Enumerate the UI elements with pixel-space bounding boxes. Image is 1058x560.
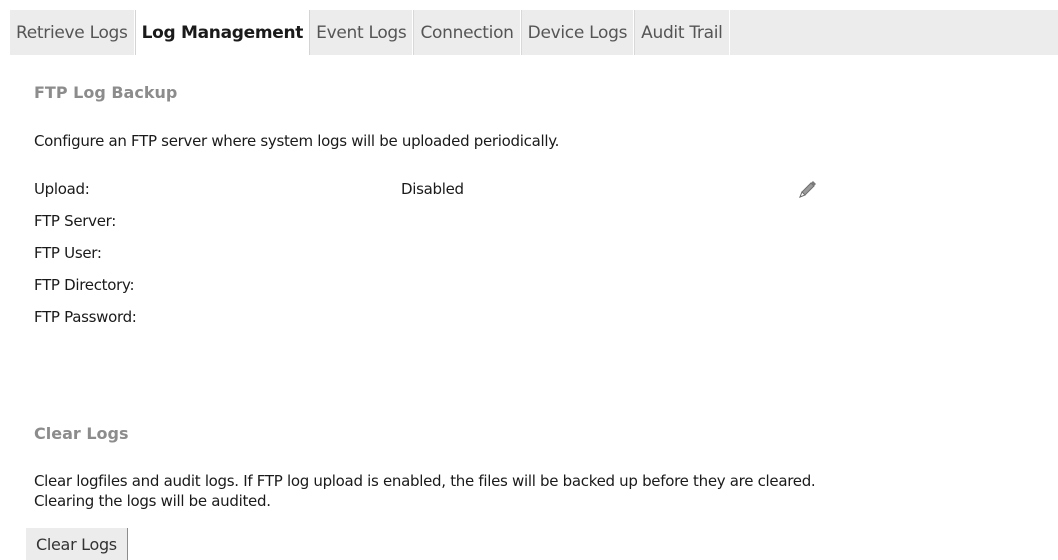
ftp-backup-description: Configure an FTP server where system log… — [34, 132, 560, 150]
pencil-icon[interactable] — [796, 179, 818, 201]
tab-bar: Retrieve Logs Log Management Event Logs … — [10, 10, 1058, 55]
ftp-password-label: FTP Password: — [34, 308, 137, 326]
tab-connection[interactable]: Connection — [413, 10, 521, 55]
clear-logs-button[interactable]: Clear Logs — [26, 528, 128, 560]
upload-value: Disabled — [401, 180, 464, 198]
ftp-log-backup-title: FTP Log Backup — [34, 83, 178, 102]
ftp-user-label: FTP User: — [34, 244, 102, 262]
clear-logs-description-line1: Clear logfiles and audit logs. If FTP lo… — [34, 472, 816, 490]
tab-retrieve-logs[interactable]: Retrieve Logs — [10, 10, 135, 55]
tab-device-logs[interactable]: Device Logs — [520, 10, 635, 55]
tab-audit-trail[interactable]: Audit Trail — [634, 10, 730, 55]
upload-label: Upload: — [34, 180, 90, 198]
clear-logs-description-line2: Clearing the logs will be audited. — [34, 492, 271, 510]
tab-log-management[interactable]: Log Management — [134, 10, 311, 55]
clear-logs-title: Clear Logs — [34, 424, 129, 443]
ftp-server-label: FTP Server: — [34, 212, 117, 230]
tab-event-logs[interactable]: Event Logs — [310, 10, 414, 55]
ftp-directory-label: FTP Directory: — [34, 276, 135, 294]
